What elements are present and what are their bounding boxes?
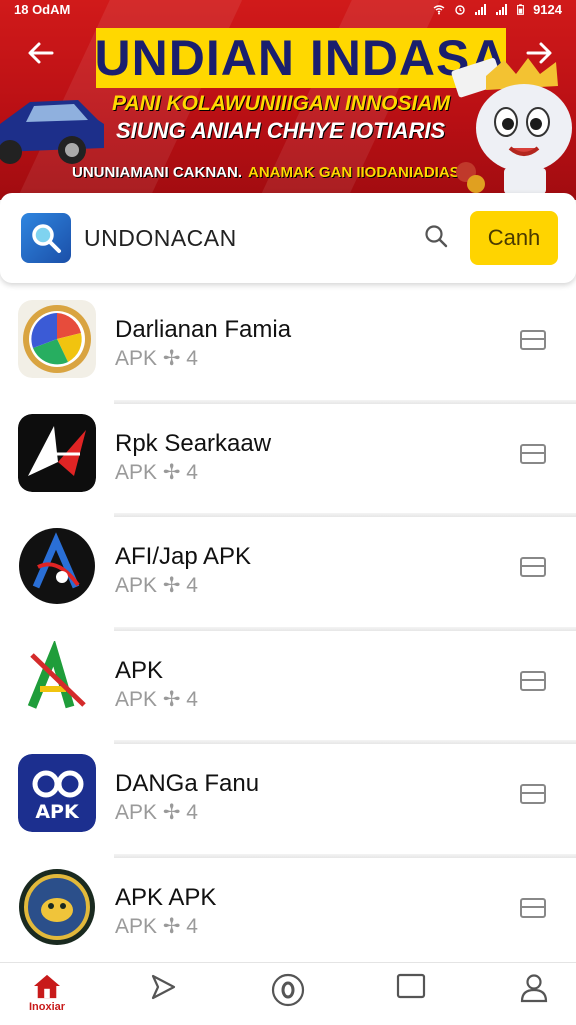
app-subtitle: APK ✢ 4	[115, 460, 198, 484]
forward-button[interactable]	[524, 38, 554, 72]
arrow-left-icon	[28, 42, 54, 64]
list-item[interactable]: APK DANGa Fanu APK ✢ 4	[0, 744, 576, 858]
list-item[interactable]: APK APK ✢ 4	[0, 631, 576, 745]
blue-apk-icon: APK	[18, 754, 96, 833]
list-item[interactable]: Rpk Searkaaw APK ✢ 4	[0, 404, 576, 518]
car-image	[0, 100, 104, 164]
dark-circle-a-icon	[19, 528, 95, 605]
square-icon	[396, 973, 426, 999]
banner-headline: PANI KOLAWUNIIIGAN INNOSIAM	[112, 92, 450, 115]
nav-home[interactable]: Inoxiar	[22, 973, 72, 1013]
app-subtitle: APK ✢ 4	[115, 347, 198, 370]
card-icon[interactable]	[520, 557, 546, 578]
mascot-image	[451, 58, 572, 194]
app-title: APK	[115, 656, 164, 684]
search-input[interactable]: UNDONACAN	[84, 225, 237, 252]
nav-send[interactable]	[138, 973, 188, 1013]
alarm-icon	[455, 4, 465, 15]
app-subtitle: APK ✢ 4	[115, 801, 198, 825]
home-icon	[34, 974, 60, 999]
rainbow-circle-icon	[18, 300, 96, 378]
list-item[interactable]: Darlianan Famia APK ✢ 4	[0, 290, 576, 404]
app-logo	[21, 213, 71, 263]
bottom-navigation: Inoxiar	[0, 962, 576, 1025]
status-icons: 9124	[433, 2, 562, 17]
card-icon[interactable]	[520, 443, 546, 464]
card-icon[interactable]	[520, 897, 546, 918]
search-card: UNDONACAN Canh	[0, 193, 576, 283]
battery-icon	[517, 3, 524, 15]
wifi-icon	[433, 4, 445, 14]
app-subtitle: APK ✢ 4	[115, 574, 198, 598]
promo-banner[interactable]: 18 OdAM 9124 UNDIAN INDASA PANI KOLAWUNI…	[0, 0, 576, 200]
app-title: DANGa Fanu	[115, 770, 260, 798]
status-bar: 18 OdAM 9124	[0, 0, 576, 18]
nav-square[interactable]	[386, 973, 436, 1013]
list-item[interactable]: AFI/Jap APK APK ✢ 4	[0, 517, 576, 631]
banner-tagline: UNUNIAMANI CAKNAN. ANAMAK GAN IIODANIADI…	[72, 160, 464, 184]
banner-title-box: UNDIAN INDASA	[95, 28, 507, 88]
banner-tagline-part2: ANAMAK GAN IIODANIADIASI	[248, 163, 464, 181]
nav-profile[interactable]	[509, 973, 559, 1013]
send-icon	[151, 974, 176, 1000]
status-clock: 9124	[533, 1, 562, 17]
status-time: 18 OdAM	[14, 1, 71, 17]
app-title: Rpk Searkaaw	[115, 429, 272, 457]
green-a-icon	[18, 640, 96, 719]
nav-home-label: Inoxiar	[28, 1001, 66, 1013]
signal-icon	[475, 3, 487, 15]
app-subtitle: APK ✢ 4	[115, 687, 198, 711]
red-arrow-logo-icon	[18, 413, 96, 492]
arrow-right-icon	[526, 42, 552, 64]
card-icon[interactable]	[520, 670, 546, 691]
magnifier-logo-icon	[32, 224, 61, 253]
app-title: Darlianan Famia	[115, 316, 292, 343]
search-icon[interactable]	[423, 223, 449, 249]
circle-o-icon	[271, 973, 305, 1007]
svg-text:APK: APK	[35, 801, 80, 823]
app-list: Darlianan Famia APK ✢ 4 Rpk Searkaaw APK…	[0, 290, 576, 972]
banner-subheadline: SIUNG ANIAH CHHYE IOTIARIS	[116, 118, 446, 143]
seal-icon	[19, 868, 95, 945]
app-title: APK APK	[115, 883, 217, 911]
card-icon[interactable]	[520, 784, 546, 805]
list-item[interactable]: APK APK APK ✢ 4	[0, 858, 576, 972]
signal-icon	[496, 3, 508, 15]
card-icon[interactable]	[520, 330, 546, 350]
banner-tagline-part1: UNUNIAMANI CAKNAN.	[72, 163, 242, 181]
profile-icon	[520, 974, 548, 1003]
app-subtitle: APK ✢ 4	[115, 914, 198, 938]
app-title: AFI/Jap APK	[115, 543, 252, 571]
back-button[interactable]	[26, 38, 56, 72]
nav-circle[interactable]	[263, 973, 313, 1013]
search-button[interactable]: Canh	[470, 211, 558, 265]
